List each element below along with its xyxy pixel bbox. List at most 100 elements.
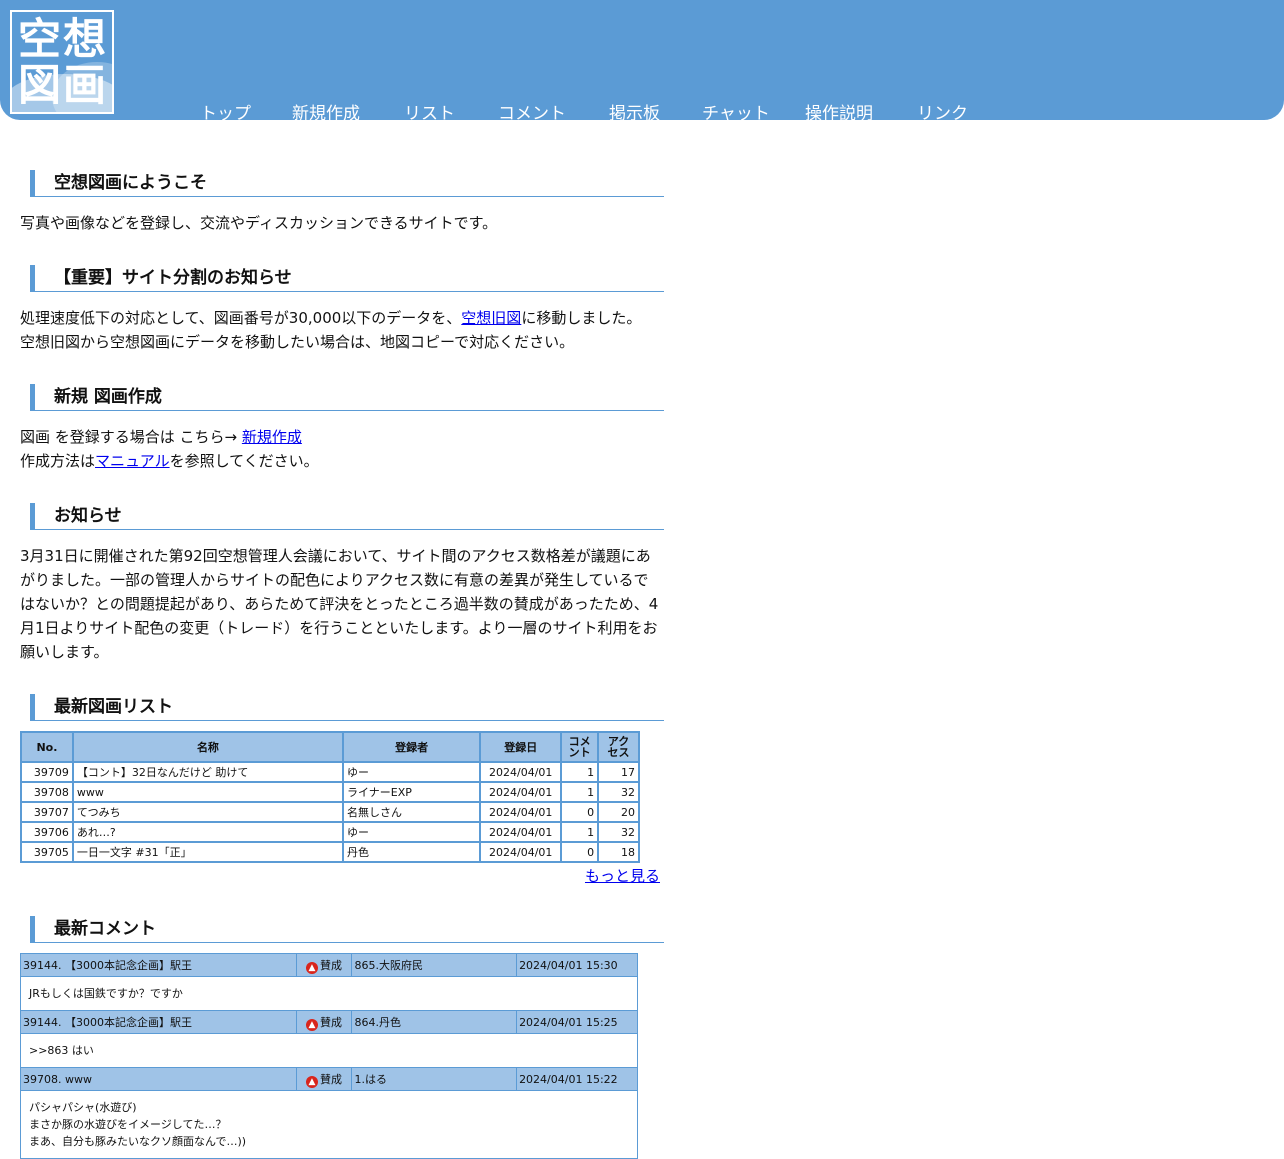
row-comments: 0 [561, 842, 599, 862]
table-row[interactable]: 39706 あれ…? ゆー 2024/04/01 1 32 [21, 822, 639, 842]
comment-author: 1.はる [351, 1067, 518, 1091]
comment-body-row: >>863 はい [20, 1033, 638, 1068]
vote-up-icon: ▲ [306, 1018, 318, 1031]
row-name[interactable]: www [72, 782, 343, 802]
row-name[interactable]: てつみち [72, 802, 343, 822]
comment-map-link[interactable]: 39144. 【3000本記念企画】駅王 [20, 1010, 297, 1034]
latest-list-table: No. 名称 登録者 登録日 コメント アクセス 39709 【コント】32日な… [20, 731, 640, 863]
create-text: 図画 を登録する場合は こちら→ 新規作成 作成方法はマニュアルを参照してくださ… [20, 425, 660, 473]
create-line1-text: 図画 を登録する場合は こちら→ [20, 428, 242, 446]
row-comments: 1 [561, 762, 599, 782]
nav-list[interactable]: リスト [404, 99, 455, 124]
nav-new[interactable]: 新規作成 [292, 99, 360, 124]
vote-button[interactable]: ▲ 賛成 [295, 953, 353, 977]
notice-title: お知らせ [30, 503, 664, 530]
table-row[interactable]: 39707 てつみち 名無しさん 2024/04/01 0 20 [21, 802, 639, 822]
col-comments[interactable]: コメント [561, 732, 599, 762]
row-comments: 1 [561, 822, 599, 842]
latest-comments-title: 最新コメント [30, 916, 664, 943]
create-new-link[interactable]: 新規作成 [242, 428, 302, 446]
vote-label: 賛成 [320, 1072, 342, 1086]
row-name[interactable]: 【コント】32日なんだけど 助けて [72, 762, 343, 782]
more-row: もっと見る [20, 865, 660, 886]
nav-comment[interactable]: コメント [498, 99, 566, 124]
row-date: 2024/04/01 [480, 762, 562, 782]
comment-header: 39708. www ▲ 賛成 1.はる 2024/04/01 15:22 [20, 1067, 638, 1091]
comment-header: 39144. 【3000本記念企画】駅王 ▲ 賛成 864.丹色 2024/04/… [20, 1010, 638, 1034]
comment-date: 2024/04/01 15:25 [516, 1010, 638, 1034]
col-user[interactable]: 登録者 [342, 732, 481, 762]
comment-body-row: パシャパシャ(水遊び) まさか豚の水遊びをイメージしてた…？ まあ、自分も豚みた… [20, 1090, 638, 1159]
nav-links[interactable]: リンク [917, 99, 968, 124]
col-no[interactable]: No. [21, 732, 73, 762]
col-date[interactable]: 登録日 [480, 732, 562, 762]
row-date: 2024/04/01 [480, 782, 562, 802]
col-name[interactable]: 名称 [72, 732, 343, 762]
important-title: 【重要】サイト分割のお知らせ [30, 265, 664, 292]
row-no: 39705 [21, 842, 73, 862]
comment-line: パシャパシャ(水遊び) [29, 1101, 137, 1114]
row-date: 2024/04/01 [480, 802, 562, 822]
table-row[interactable]: 39709 【コント】32日なんだけど 助けて ゆー 2024/04/01 1 … [21, 762, 639, 782]
row-date: 2024/04/01 [480, 822, 562, 842]
comment-author: 865.大阪府民 [351, 953, 518, 977]
vote-label: 賛成 [320, 958, 342, 972]
logo-text-line1: 空想 [18, 15, 108, 65]
row-name[interactable]: あれ…? [72, 822, 343, 842]
col-access-label: アクセス [607, 735, 630, 759]
row-name[interactable]: 一日一文字 #31「正」 [72, 842, 343, 862]
row-date: 2024/04/01 [480, 842, 562, 862]
comment-map-link[interactable]: 39708. www [20, 1067, 297, 1091]
comment-header: 39144. 【3000本記念企画】駅王 ▲ 賛成 865.大阪府民 2024/0… [20, 953, 638, 977]
table-row[interactable]: 39708 www ライナーEXP 2024/04/01 1 32 [21, 782, 639, 802]
comment-body: JRもしくは国鉄ですか？ですか [20, 976, 638, 1011]
site-logo[interactable]: 空想 図画 [10, 10, 114, 114]
main-content: 空想図画にようこそ 写真や画像などを登録し、交流やディスカッションできるサイトで… [20, 170, 664, 1159]
welcome-title: 空想図画にようこそ [30, 170, 664, 197]
row-name-text: 一日一文字 #31「正」 [76, 846, 192, 859]
comment-map-link[interactable]: 39144. 【3000本記念企画】駅王 [20, 953, 297, 977]
notice-text: 3月31日に開催された第92回空想管理人会議において、サイト間のアクセス数格差が… [20, 547, 659, 661]
vote-label: 賛成 [320, 1015, 342, 1029]
row-name-text: 【コント】32日なんだけど 助けて [76, 766, 249, 779]
manual-link[interactable]: マニュアル [95, 452, 170, 470]
vote-button[interactable]: ▲ 賛成 [295, 1067, 353, 1091]
row-access: 32 [598, 782, 639, 802]
row-no: 39706 [21, 822, 73, 842]
nav-chat[interactable]: チャット [702, 99, 770, 124]
row-no: 39709 [21, 762, 73, 782]
comment-author: 864.丹色 [351, 1010, 518, 1034]
create-line2-after: を参照してください。 [169, 452, 319, 470]
comment-body-row: JRもしくは国鉄ですか？ですか [20, 976, 638, 1011]
nav-board[interactable]: 掲示板 [609, 99, 660, 124]
comment-line: まあ、自分も豚みたいなクソ顔面なんで…)) [29, 1135, 247, 1148]
old-site-link[interactable]: 空想旧図 [461, 309, 521, 327]
row-access: 18 [598, 842, 639, 862]
row-access: 20 [598, 802, 639, 822]
important-text-before: 処理速度低下の対応として、図画番号が30,000以下のデータを、 [20, 309, 462, 327]
table-row[interactable]: 39705 一日一文字 #31「正」 丹色 2024/04/01 0 18 [21, 842, 639, 862]
latest-list-title: 最新図画リスト [30, 694, 664, 721]
col-access[interactable]: アクセス [598, 732, 639, 762]
nav-top[interactable]: トップ [200, 99, 251, 124]
more-link[interactable]: もっと見る [585, 867, 660, 885]
comment-body: >>863 はい [20, 1033, 638, 1068]
logo-text-line2: 図画 [18, 61, 108, 111]
create-title: 新規 図画作成 [30, 384, 664, 411]
vote-up-icon: ▲ [306, 1075, 318, 1088]
vote-button[interactable]: ▲ 賛成 [295, 1010, 353, 1034]
row-user: 名無しさん [342, 802, 481, 822]
comments-table: 39144. 【3000本記念企画】駅王 ▲ 賛成 865.大阪府民 2024/0… [20, 953, 638, 1159]
row-access: 32 [598, 822, 639, 842]
site-header: 空想 図画 トップ 新規作成 リスト コメント 掲示板 チャット 操作説明 リン… [0, 0, 1284, 124]
comment-body: パシャパシャ(水遊び) まさか豚の水遊びをイメージしてた…？ まあ、自分も豚みた… [20, 1090, 638, 1159]
comment-date: 2024/04/01 15:30 [516, 953, 638, 977]
row-name-text: てつみち [76, 806, 121, 819]
comment-date: 2024/04/01 15:22 [516, 1067, 638, 1091]
nav-manual[interactable]: 操作説明 [805, 99, 873, 124]
comment-line: JRもしくは国鉄ですか？ですか [29, 987, 183, 1000]
row-comments: 0 [561, 802, 599, 822]
row-name-text: www [76, 785, 104, 799]
create-line2-before: 作成方法は [20, 452, 96, 470]
row-name-text: あれ…? [76, 826, 116, 839]
